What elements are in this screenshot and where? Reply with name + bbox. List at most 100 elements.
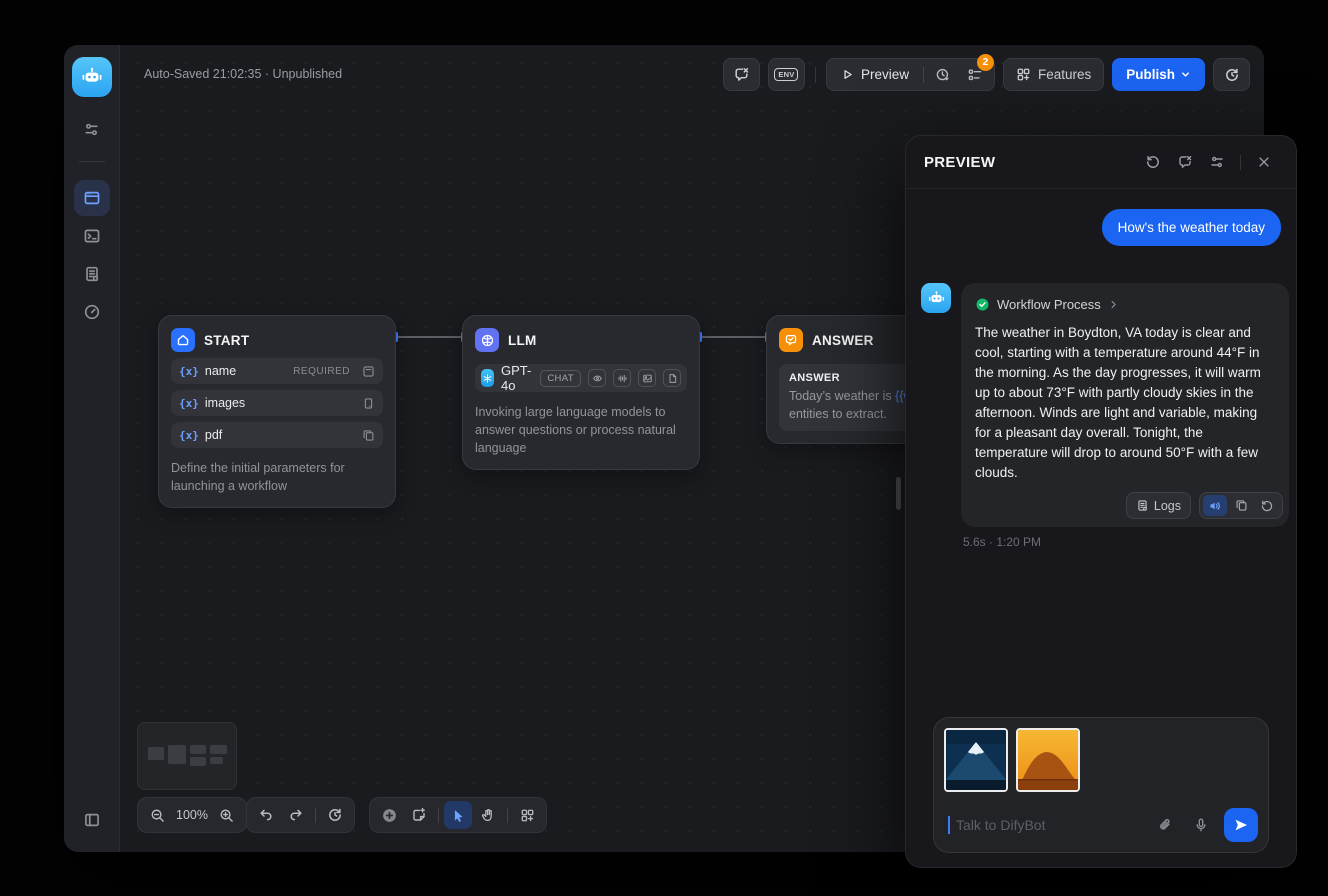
- llm-mode-badge: CHAT: [540, 370, 581, 387]
- node-start-description: Define the initial parameters for launch…: [171, 459, 383, 495]
- env-icon: ENV: [774, 68, 798, 81]
- sidebar-item-logs[interactable]: [74, 256, 110, 292]
- node-llm-title: LLM: [508, 333, 537, 348]
- node-llm-description: Invoking large language models to answer…: [475, 403, 687, 457]
- robot-icon: [927, 289, 946, 308]
- collapse-sidebar-button[interactable]: [74, 802, 110, 838]
- conversation-settings-button[interactable]: [1203, 148, 1231, 176]
- node-start[interactable]: START {x} name REQUIRED {x} images: [158, 315, 396, 508]
- chat-transcript: How's the weather today: [906, 189, 1296, 867]
- variable-token: {x}: [179, 365, 199, 378]
- workflow-process-label: Workflow Process: [997, 297, 1101, 312]
- logs-label: Logs: [1154, 499, 1181, 513]
- preview-panel: PREVIEW: [905, 135, 1297, 868]
- bot-message-row: Workflow Process The weather in Boydton,…: [921, 283, 1281, 549]
- chat-input[interactable]: [954, 816, 1142, 834]
- add-node-button[interactable]: [375, 801, 403, 829]
- variable-token: {x}: [179, 429, 199, 442]
- workflow-settings-button[interactable]: [74, 111, 110, 147]
- hand-mode-button[interactable]: [474, 801, 502, 829]
- logs-document-icon: [83, 265, 101, 283]
- sidebar-item-orchestrate[interactable]: [74, 180, 110, 216]
- start-var-images[interactable]: {x} images: [171, 390, 383, 416]
- chevron-down-icon: [1180, 69, 1191, 80]
- start-var-pdf[interactable]: {x} pdf: [171, 422, 383, 448]
- publish-label: Publish: [1126, 67, 1175, 82]
- node-tools-toolbar: [369, 797, 547, 833]
- sidebar-divider: [79, 161, 105, 162]
- sidebar-item-monitoring[interactable]: [74, 294, 110, 330]
- image-capability-icon: [638, 369, 656, 387]
- required-tag: REQUIRED: [293, 366, 350, 377]
- chat-input-box: [933, 717, 1269, 853]
- zoom-toolbar: 100%: [137, 797, 247, 833]
- checklist-button[interactable]: 2: [960, 62, 990, 88]
- zoom-level[interactable]: 100%: [173, 808, 211, 822]
- user-message-bubble: How's the weather today: [1102, 209, 1281, 246]
- gauge-icon: [83, 303, 101, 321]
- canvas-minimap[interactable]: [137, 722, 237, 790]
- message-action-group: [1199, 492, 1283, 519]
- message-meta: 5.6s · 1:20 PM: [963, 535, 1289, 549]
- chevron-right-icon: [1108, 299, 1119, 310]
- close-preview-button[interactable]: [1250, 148, 1278, 176]
- run-group-divider: [923, 67, 924, 83]
- preview-title: PREVIEW: [924, 154, 995, 171]
- topbar-divider: [815, 67, 816, 83]
- preview-run-label: Preview: [861, 67, 909, 82]
- clear-conversation-button[interactable]: [1171, 148, 1199, 176]
- undo-redo-toolbar: [246, 797, 355, 833]
- zoom-in-button[interactable]: [213, 801, 241, 829]
- add-note-button[interactable]: [405, 801, 433, 829]
- start-var-name[interactable]: {x} name REQUIRED: [171, 358, 383, 384]
- audio-capability-icon: [613, 369, 631, 387]
- attached-images: [944, 728, 1258, 792]
- edge-llm-answer: [701, 336, 767, 338]
- message-actions: Logs: [975, 492, 1283, 519]
- attachment-image-mountain-orange[interactable]: [1016, 728, 1080, 792]
- node-answer-title: ANSWER: [812, 333, 874, 348]
- node-start-title: START: [204, 333, 249, 348]
- run-group: Preview: [826, 58, 995, 91]
- app-logo[interactable]: [72, 57, 112, 97]
- workflow-process-toggle[interactable]: Workflow Process: [975, 297, 1275, 312]
- features-button[interactable]: Features: [1003, 58, 1104, 91]
- logs-button[interactable]: Logs: [1126, 492, 1191, 519]
- checklist-count-badge: 2: [977, 54, 994, 71]
- copy-message-button[interactable]: [1229, 495, 1253, 516]
- answer-icon: [779, 328, 803, 352]
- attach-file-button[interactable]: [1152, 812, 1178, 838]
- speak-aloud-button[interactable]: [1203, 495, 1227, 516]
- undo-button[interactable]: [252, 801, 280, 829]
- redo-button[interactable]: [282, 801, 310, 829]
- send-message-button[interactable]: [1224, 808, 1258, 842]
- sidebar-item-api[interactable]: [74, 218, 110, 254]
- restart-conversation-button[interactable]: [1139, 148, 1167, 176]
- sliders-icon: [83, 121, 100, 138]
- gpt4o-model-icon: [481, 369, 494, 387]
- sidebar: [64, 45, 120, 852]
- run-history-button[interactable]: [928, 62, 958, 88]
- organize-nodes-button[interactable]: [513, 801, 541, 829]
- start-var-pdf-label: pdf: [205, 428, 222, 442]
- change-history-button[interactable]: [321, 801, 349, 829]
- version-history-button[interactable]: [1213, 58, 1250, 91]
- annotation-clear-button[interactable]: [723, 58, 760, 91]
- voice-input-button[interactable]: [1188, 812, 1214, 838]
- canvas-scrollbar[interactable]: [896, 477, 901, 510]
- document-capability-icon: [663, 369, 681, 387]
- zoom-out-button[interactable]: [143, 801, 171, 829]
- llm-model-selector[interactable]: GPT-4o CHAT: [475, 364, 687, 392]
- environment-variables-button[interactable]: ENV: [768, 58, 805, 91]
- publish-button[interactable]: Publish: [1112, 58, 1205, 91]
- success-check-icon: [975, 297, 990, 312]
- attachment-image-mountain-blue[interactable]: [944, 728, 1008, 792]
- regenerate-button[interactable]: [1255, 495, 1279, 516]
- topbar-actions: ENV Preview: [723, 58, 1250, 91]
- image-file-icon: [362, 397, 375, 410]
- preview-run-button[interactable]: Preview: [831, 67, 919, 82]
- pointer-mode-button[interactable]: [444, 801, 472, 829]
- node-llm[interactable]: LLM GPT-4o CHAT: [462, 315, 700, 470]
- bot-message-text: The weather in Boydton, VA today is clea…: [975, 323, 1275, 483]
- start-var-name-label: name: [205, 364, 236, 378]
